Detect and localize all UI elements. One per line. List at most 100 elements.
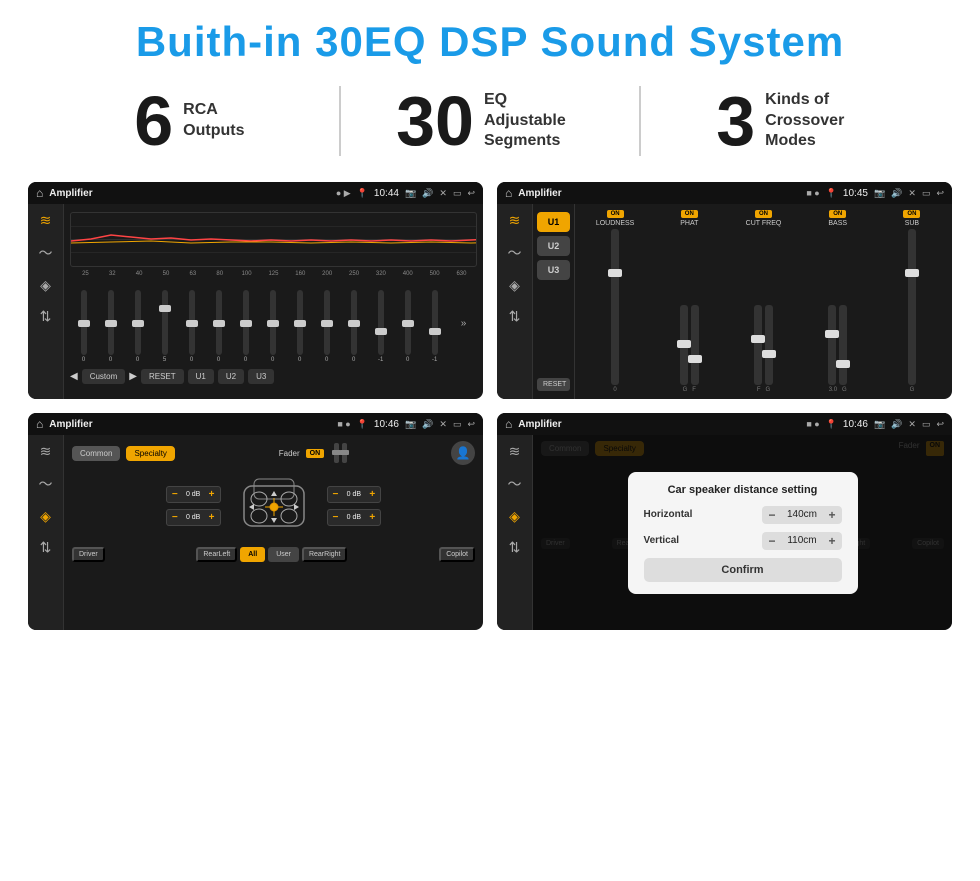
u3-button[interactable]: U3 (537, 260, 570, 280)
arrows-sidebar-icon-4[interactable]: ⇅ (509, 539, 521, 556)
fader-v-2[interactable] (342, 443, 347, 463)
speaker-sidebar-icon-3[interactable]: ◈ (40, 508, 51, 525)
copilot-btn[interactable]: Copilot (439, 547, 475, 562)
loudness-on[interactable]: ON (607, 210, 624, 218)
eq-thumb-4[interactable] (186, 320, 198, 327)
phat-on[interactable]: ON (681, 210, 698, 218)
phat-slider-f[interactable] (691, 305, 699, 385)
eq-thumb-10[interactable] (348, 320, 360, 327)
wave-sidebar-icon-2[interactable]: 〜 (508, 243, 522, 263)
eq-track-13[interactable] (432, 290, 438, 355)
driver-btn[interactable]: Driver (72, 547, 105, 562)
user-btn[interactable]: User (268, 547, 299, 562)
preset-custom[interactable]: Custom (82, 369, 126, 384)
wave-sidebar-icon-4[interactable]: 〜 (508, 474, 522, 494)
sub-on[interactable]: ON (903, 210, 920, 218)
home-icon-2[interactable]: ⌂ (505, 186, 512, 200)
cutfreq-thumb-f[interactable] (751, 335, 765, 343)
eq-thumb-9[interactable] (321, 320, 333, 327)
speaker-sidebar-icon[interactable]: ◈ (40, 277, 51, 294)
fader-on-3[interactable]: ON (306, 449, 325, 458)
speaker-sidebar-icon-2[interactable]: ◈ (509, 277, 520, 294)
eq-thumb-2[interactable] (132, 320, 144, 327)
eq-track-7[interactable] (270, 290, 276, 355)
rearLeft-btn[interactable]: RearLeft (196, 547, 237, 562)
back-icon-1[interactable]: ↩ (467, 188, 475, 199)
sub-thumb[interactable] (905, 269, 919, 277)
cutfreq-slider-g[interactable] (765, 305, 773, 385)
bass-thumb-2[interactable] (836, 360, 850, 368)
eq-sidebar-icon-4[interactable]: ≋ (509, 443, 521, 460)
arrows-sidebar-icon-3[interactable]: ⇅ (40, 539, 52, 556)
reset-btn-2[interactable]: RESET (537, 378, 570, 391)
wave-sidebar-icon-3[interactable]: 〜 (39, 474, 53, 494)
confirm-button[interactable]: Confirm (644, 558, 842, 582)
common-tab-3[interactable]: Common (72, 446, 120, 461)
next-arrow[interactable]: ▶ (129, 371, 137, 382)
vertical-minus[interactable]: − (768, 534, 775, 548)
back-icon-4[interactable]: ↩ (936, 419, 944, 430)
reset-btn-1[interactable]: RESET (141, 369, 184, 384)
bass-slider-2[interactable] (839, 305, 847, 385)
eq-track-11[interactable] (378, 290, 384, 355)
cutfreq-thumb-g[interactable] (762, 350, 776, 358)
fader-vthumb-2[interactable] (340, 450, 349, 455)
rl-minus[interactable]: − (172, 512, 178, 523)
all-btn[interactable]: All (240, 547, 265, 562)
eq-track-6[interactable] (243, 290, 249, 355)
u2-button[interactable]: U2 (537, 236, 570, 256)
u3-btn-1[interactable]: U3 (248, 369, 274, 384)
phat-thumb-f[interactable] (688, 355, 702, 363)
horizontal-minus[interactable]: − (768, 508, 775, 522)
eq-thumb-5[interactable] (213, 320, 225, 327)
bass-thumb-1[interactable] (825, 330, 839, 338)
fader-v-1[interactable] (334, 443, 339, 463)
sub-slider[interactable] (908, 229, 916, 385)
phat-thumb-g[interactable] (677, 340, 691, 348)
home-icon-1[interactable]: ⌂ (36, 186, 43, 200)
eq-track-8[interactable] (297, 290, 303, 355)
eq-sidebar-icon-3[interactable]: ≋ (40, 443, 52, 460)
eq-thumb-12[interactable] (402, 320, 414, 327)
eq-thumb-13[interactable] (429, 328, 441, 335)
eq-sidebar-icon[interactable]: ≋ (40, 212, 52, 229)
eq-track-9[interactable] (324, 290, 330, 355)
horizontal-plus[interactable]: + (828, 508, 835, 522)
speaker-sidebar-icon-4[interactable]: ◈ (509, 508, 520, 525)
eq-track-12[interactable] (405, 290, 411, 355)
bass-slider-1[interactable] (828, 305, 836, 385)
eq-thumb-1[interactable] (105, 320, 117, 327)
bass-on[interactable]: ON (829, 210, 846, 218)
eq-thumb-3[interactable] (159, 305, 171, 312)
u1-button[interactable]: U1 (537, 212, 570, 232)
rr-plus[interactable]: + (369, 512, 375, 523)
prev-arrow[interactable]: ◀ (70, 371, 78, 382)
person-icon-3[interactable]: 👤 (451, 441, 475, 465)
u2-btn-1[interactable]: U2 (218, 369, 244, 384)
arrows-sidebar-icon-2[interactable]: ⇅ (509, 308, 521, 325)
fl-plus[interactable]: + (209, 489, 215, 500)
eq-track-4[interactable] (189, 290, 195, 355)
eq-thumb-8[interactable] (294, 320, 306, 327)
fr-minus[interactable]: − (333, 489, 339, 500)
u1-btn-1[interactable]: U1 (188, 369, 214, 384)
back-icon-2[interactable]: ↩ (936, 188, 944, 199)
back-icon-3[interactable]: ↩ (467, 419, 475, 430)
loudness-slider[interactable] (611, 229, 619, 385)
cutfreq-slider-f[interactable] (754, 305, 762, 385)
arrows-sidebar-icon[interactable]: ⇅ (40, 308, 52, 325)
eq-thumb-0[interactable] (78, 320, 90, 327)
eq-thumb-11[interactable] (375, 328, 387, 335)
rl-plus[interactable]: + (209, 512, 215, 523)
eq-track-0[interactable] (81, 290, 87, 355)
cutfreq-on[interactable]: ON (755, 210, 772, 218)
rr-minus[interactable]: − (333, 512, 339, 523)
eq-track-2[interactable] (135, 290, 141, 355)
wave-sidebar-icon[interactable]: 〜 (39, 243, 53, 263)
home-icon-3[interactable]: ⌂ (36, 417, 43, 431)
eq-sidebar-icon-2[interactable]: ≋ (509, 212, 521, 229)
phat-slider-g[interactable] (680, 305, 688, 385)
expand-icon[interactable]: » (461, 318, 467, 329)
rearRight-btn[interactable]: RearRight (302, 547, 348, 562)
fr-plus[interactable]: + (369, 489, 375, 500)
